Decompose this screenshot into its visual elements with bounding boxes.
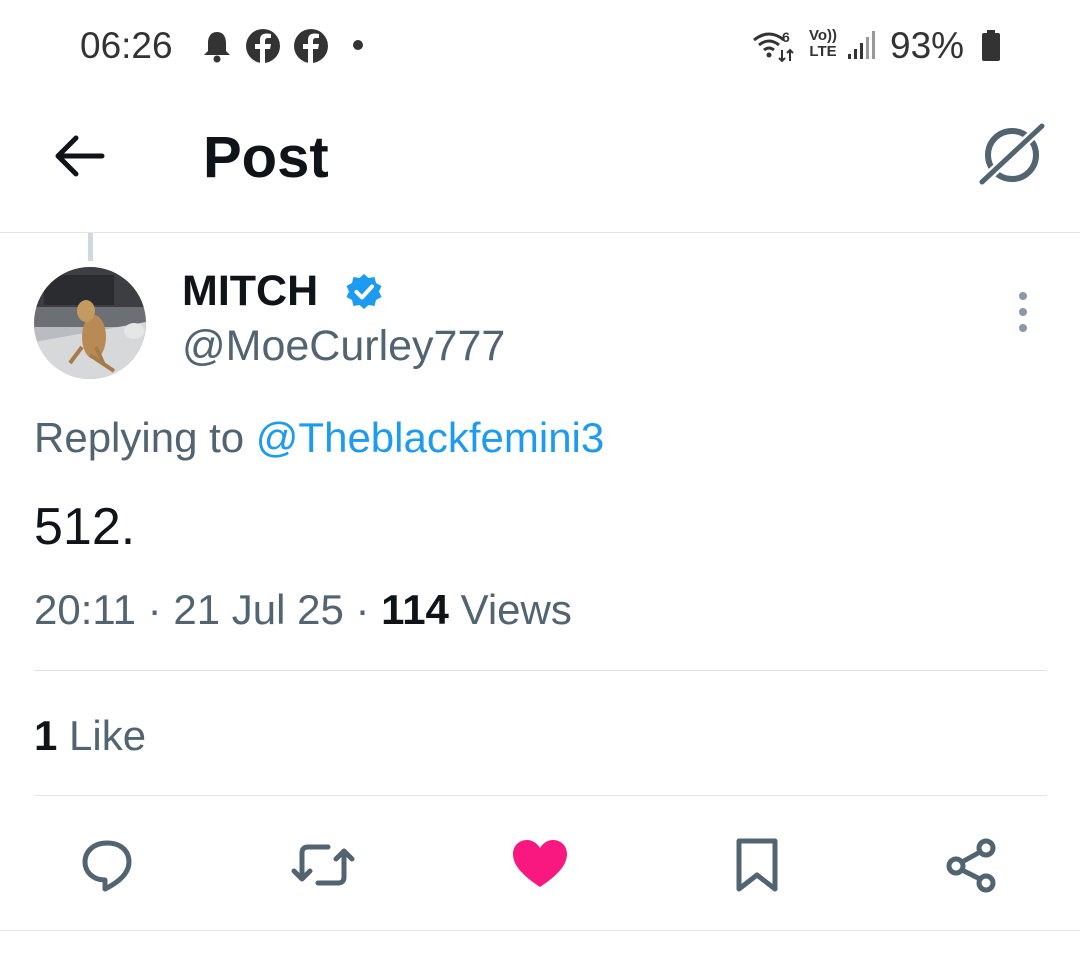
stats-divider-top xyxy=(34,670,1047,671)
bookmark-icon xyxy=(736,838,778,892)
status-time: 06:26 xyxy=(80,25,173,66)
reply-button[interactable] xyxy=(72,830,142,900)
verified-badge-icon[interactable] xyxy=(344,272,384,312)
post-time[interactable]: 20:11 xyxy=(34,586,136,633)
like-button[interactable] xyxy=(505,830,575,900)
bookmark-button[interactable] xyxy=(722,830,792,900)
header-divider xyxy=(0,232,1080,233)
replying-prefix: Replying to xyxy=(34,414,245,461)
signal-icon xyxy=(848,31,875,59)
battery-percent: 93% xyxy=(890,25,965,66)
stats-divider-bottom xyxy=(34,795,1047,796)
repost-icon xyxy=(291,844,355,886)
post-text: 512. xyxy=(34,498,136,556)
page-title: Post xyxy=(203,125,329,190)
author-handle[interactable]: @MoeCurley777 xyxy=(182,320,505,372)
svg-text:6: 6 xyxy=(782,29,790,45)
bell-icon xyxy=(204,32,230,63)
more-options-icon[interactable] xyxy=(1008,290,1038,334)
repost-button[interactable] xyxy=(288,830,358,900)
facebook-icon xyxy=(246,29,280,63)
views-label[interactable]: Views xyxy=(461,586,572,633)
share-icon xyxy=(946,838,996,893)
likes-label[interactable]: Like xyxy=(69,712,146,759)
volte-icon: Vo)) LTE xyxy=(808,27,838,60)
meta-separator: · xyxy=(147,586,162,633)
post-date[interactable]: 21 Jul 25 xyxy=(173,586,343,633)
author-display-name[interactable]: MITCH xyxy=(182,266,318,316)
likes-stat[interactable]: 1 Like xyxy=(34,710,146,762)
share-button[interactable] xyxy=(937,830,1007,900)
facebook-icon xyxy=(294,29,328,63)
wifi-6-icon: 6 xyxy=(753,29,794,63)
action-bar-divider xyxy=(0,930,1080,931)
battery-icon xyxy=(982,30,1000,61)
post-meta: 20:11 · 21 Jul 25 · 114 Views xyxy=(34,584,572,636)
avatar[interactable] xyxy=(34,267,146,379)
views-count[interactable]: 114 xyxy=(381,586,449,633)
reply-icon xyxy=(82,840,132,892)
back-button[interactable] xyxy=(50,126,110,186)
replying-to: Replying to @Theblackfemini3 xyxy=(34,412,604,464)
heart-icon xyxy=(513,840,567,887)
meta-separator: · xyxy=(355,586,370,633)
dot-icon xyxy=(353,40,363,50)
thread-line xyxy=(88,233,93,261)
likes-count[interactable]: 1 xyxy=(34,712,57,759)
reply-mention-link[interactable]: @Theblackfemini3 xyxy=(256,414,604,461)
grok-icon[interactable] xyxy=(974,118,1050,190)
